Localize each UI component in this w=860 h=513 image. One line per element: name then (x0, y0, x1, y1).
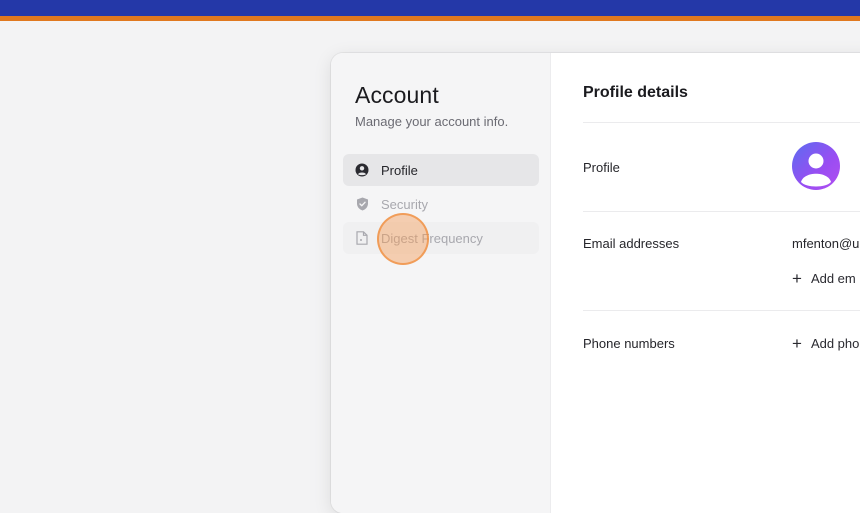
plus-icon: + (792, 334, 802, 353)
divider (583, 211, 860, 212)
shield-icon (355, 197, 369, 211)
sidebar-item-profile[interactable]: Profile (343, 154, 539, 186)
sidebar-title: Account (355, 82, 439, 108)
account-card: Account Manage your account info. Profil… (331, 53, 860, 513)
plus-icon: + (792, 269, 802, 288)
sidebar-subtitle: Manage your account info. (355, 114, 509, 129)
sidebar-item-label: Digest Frequency (381, 230, 483, 246)
add-email-button[interactable]: + Add em (792, 270, 856, 287)
divider (583, 122, 860, 123)
top-bar (0, 0, 860, 16)
phone-numbers-label: Phone numbers (583, 336, 675, 351)
email-value: mfenton@u (792, 236, 860, 251)
top-bar-stripe (0, 16, 860, 21)
sidebar-item-digest-frequency[interactable]: Digest Frequency (343, 222, 539, 254)
add-phone-label: Add pho (810, 336, 860, 351)
sidebar-item-label: Security (381, 196, 428, 212)
add-email-label: Add em (810, 271, 856, 286)
add-phone-button[interactable]: + Add pho (792, 335, 859, 352)
avatar[interactable] (792, 142, 840, 190)
sidebar-item-label: Profile (381, 162, 418, 178)
account-sidebar: Account Manage your account info. Profil… (331, 53, 551, 513)
sidebar-item-security[interactable]: Security (343, 188, 539, 220)
profile-label: Profile (583, 160, 620, 175)
page-title: Profile details (583, 84, 688, 101)
email-addresses-label: Email addresses (583, 236, 680, 251)
user-circle-icon (355, 163, 369, 177)
document-icon (355, 231, 369, 245)
divider (583, 310, 860, 311)
profile-details-panel: Profile details Profile Email addresses … (551, 53, 860, 513)
